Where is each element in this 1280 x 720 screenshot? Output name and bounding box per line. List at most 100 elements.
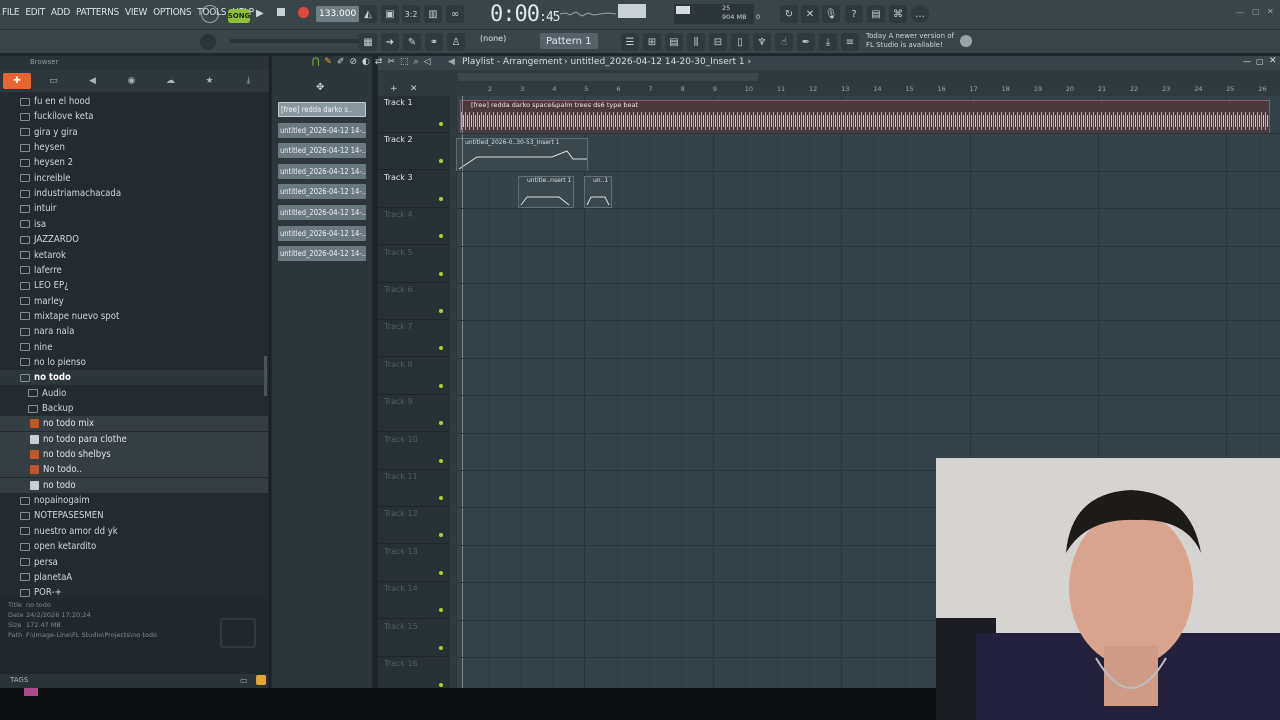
track-enable-led[interactable] bbox=[439, 645, 443, 650]
track-header[interactable]: Track 1 bbox=[378, 96, 450, 133]
arrow-right-icon[interactable]: ➜ bbox=[381, 33, 399, 51]
menu-edit[interactable]: EDIT bbox=[25, 7, 45, 18]
browser-item[interactable]: nopainogaim bbox=[0, 493, 268, 508]
browser-item[interactable]: fuckilove keta bbox=[0, 109, 268, 124]
globe-icon[interactable] bbox=[960, 35, 972, 47]
countdown-icon[interactable]: 3:2 bbox=[402, 5, 420, 23]
automation-clip-3[interactable]: un..1 bbox=[584, 176, 612, 208]
link-icon[interactable]: ⚭ bbox=[425, 33, 443, 51]
track-enable-led[interactable] bbox=[439, 570, 443, 575]
picker-clip-item[interactable]: untitled_2026-04-12 14-.. bbox=[278, 163, 366, 179]
draw-tool-icon[interactable]: ✎ bbox=[324, 57, 332, 67]
track-enable-led[interactable] bbox=[439, 496, 443, 500]
picker-clip-item[interactable]: untitled_2026-04-12 14-.. bbox=[278, 205, 366, 220]
search-icon[interactable] bbox=[256, 675, 266, 685]
touch-icon[interactable]: ☝ bbox=[775, 33, 793, 51]
magnet-icon[interactable]: ⋂ bbox=[312, 57, 319, 67]
browser-item[interactable]: marley bbox=[0, 294, 268, 309]
piano-roll-icon[interactable]: ▤ bbox=[665, 33, 683, 51]
plugin-tab-icon[interactable]: ◉ bbox=[112, 73, 151, 89]
track-header[interactable]: Track 4 bbox=[378, 208, 450, 246]
picker-clip-item[interactable]: untitled_2026-04-12 14-.. bbox=[278, 225, 366, 241]
chat-icon[interactable]: … bbox=[911, 5, 929, 23]
browser-item[interactable]: open ketardito bbox=[0, 539, 268, 554]
add-track-icon[interactable]: + bbox=[390, 84, 398, 94]
maximize-icon[interactable]: ▢ bbox=[1252, 7, 1260, 16]
track-enable-led[interactable] bbox=[439, 122, 443, 126]
browser-item[interactable]: intuir bbox=[0, 201, 268, 216]
close-icon[interactable]: ✕ bbox=[1267, 7, 1274, 16]
browser-item[interactable]: No todo.. bbox=[0, 462, 268, 478]
track-enable-led[interactable] bbox=[439, 383, 443, 388]
automation-clip-1[interactable]: untitled_2026-0..30-53_Insert 1 bbox=[456, 138, 588, 172]
remove-track-icon[interactable]: ✕ bbox=[410, 84, 418, 94]
timeline-ruler[interactable]: 2 3 4 5 6 7 8 9 10 11 12 13 14 15 16 17 18 19 20 21 22 23 24 25… bbox=[456, 84, 1280, 96]
audio-clip[interactable]: [free] redda darko space&palm trees ds6 … bbox=[460, 100, 1270, 134]
playlist-minimize-icon[interactable]: — bbox=[1243, 57, 1251, 66]
picker-clip-item[interactable]: untitled_2026-04-12 14-.. bbox=[278, 143, 366, 159]
metronome-icon[interactable]: ◭ bbox=[359, 5, 377, 23]
playback-tool-icon[interactable]: ◁ bbox=[424, 57, 431, 67]
browser-scrollbar[interactable] bbox=[264, 356, 267, 396]
browser-item[interactable]: planetaA bbox=[0, 570, 268, 585]
browser-item[interactable]: industriamachacada bbox=[0, 186, 268, 201]
move-icon[interactable]: ✥ bbox=[316, 82, 324, 93]
browser-item[interactable]: fu en el hood bbox=[0, 94, 268, 109]
browser-item[interactable]: no todo shelbys bbox=[0, 447, 268, 463]
plugin-picker-icon[interactable]: ♆ bbox=[753, 33, 771, 51]
automation-clip-2[interactable]: untitle..nsert 1 bbox=[518, 176, 574, 208]
browser-item[interactable]: ketarok bbox=[0, 248, 268, 263]
refresh-icon[interactable]: ↻ bbox=[780, 5, 798, 23]
picker-clip-item[interactable]: untitled_2026-04-12 14-.. bbox=[278, 122, 366, 138]
menu-view[interactable]: VIEW bbox=[125, 7, 147, 18]
track-header[interactable]: Track 9 bbox=[378, 395, 450, 433]
track-header[interactable]: Track 11 bbox=[378, 470, 450, 507]
browser-item[interactable]: no todo bbox=[0, 477, 268, 493]
track-enable-led[interactable] bbox=[439, 458, 443, 463]
feather-icon[interactable]: ✒ bbox=[797, 33, 815, 51]
channel-rack-icon[interactable]: ⊞ bbox=[643, 33, 661, 51]
folder-tab-icon[interactable]: ▭ bbox=[34, 73, 73, 89]
track-enable-led[interactable] bbox=[439, 683, 443, 687]
browser-item[interactable]: nara nala bbox=[0, 324, 268, 339]
picker-clip-item[interactable]: untitled_2026-04-12 14-.. bbox=[278, 184, 366, 200]
track-header[interactable]: Track 6 bbox=[378, 283, 450, 320]
track-enable-led[interactable] bbox=[439, 196, 443, 201]
browser-item[interactable]: Audio bbox=[0, 386, 268, 401]
browser-item[interactable]: no lo pienso bbox=[0, 355, 268, 370]
menu-add[interactable]: ADD bbox=[51, 7, 70, 18]
track-header[interactable]: Track 13 bbox=[378, 545, 450, 582]
track-enable-led[interactable] bbox=[439, 309, 443, 313]
star-tab-icon[interactable]: ★ bbox=[190, 73, 229, 89]
playlist-icon[interactable]: ☰ bbox=[621, 33, 639, 51]
menu-options[interactable]: OPTIONS bbox=[153, 7, 191, 18]
browser-item[interactable]: LEO EP¿ bbox=[0, 278, 268, 293]
playlist-maximize-icon[interactable]: ▢ bbox=[1256, 57, 1264, 66]
select-tool-icon[interactable]: ⬚ bbox=[400, 57, 409, 67]
download-icon[interactable]: ⤓ bbox=[819, 33, 837, 51]
browser-item[interactable]: persa bbox=[0, 555, 268, 570]
track-header[interactable]: Track 7 bbox=[378, 320, 450, 358]
menu-patterns[interactable]: PATTERNS bbox=[76, 7, 119, 18]
playlist-close-icon[interactable]: ✕ bbox=[1269, 56, 1277, 66]
track-header[interactable]: Track 12 bbox=[378, 507, 450, 545]
track-header[interactable]: Track 10 bbox=[378, 433, 450, 470]
menu-lines-icon[interactable]: ≡ bbox=[841, 33, 859, 51]
slice-tool-icon[interactable]: ✂ bbox=[387, 57, 395, 67]
folder-icon[interactable]: ▭ bbox=[240, 676, 248, 685]
browser-item[interactable]: isa bbox=[0, 217, 268, 232]
menu-file[interactable]: FILE bbox=[2, 7, 20, 18]
browser-item[interactable]: heysen bbox=[0, 140, 268, 155]
panic-icon[interactable]: ✕ bbox=[801, 5, 819, 23]
track-enable-led[interactable] bbox=[439, 421, 443, 426]
browser-item[interactable]: laferre bbox=[0, 263, 268, 278]
pattern-selector[interactable]: Pattern 1 bbox=[540, 33, 598, 49]
browser-item[interactable]: nine bbox=[0, 340, 268, 355]
play-icon[interactable]: ▶ bbox=[256, 8, 264, 19]
snap-selector[interactable]: (none) bbox=[480, 34, 506, 43]
record-icon[interactable] bbox=[298, 7, 309, 18]
paint-tool-icon[interactable]: ✐ bbox=[337, 57, 345, 67]
save-icon[interactable]: ▤ bbox=[867, 5, 885, 23]
track-header[interactable]: Track 14 bbox=[378, 582, 450, 620]
back-tab-icon[interactable]: ◀ bbox=[73, 73, 112, 89]
